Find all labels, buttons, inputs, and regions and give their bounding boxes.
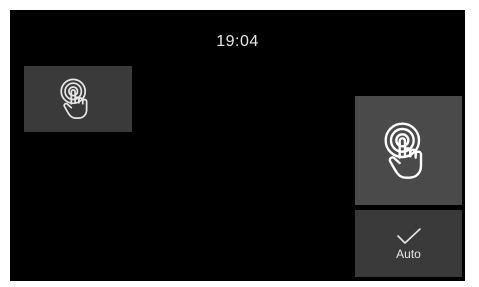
touch-hand-icon	[377, 119, 441, 183]
touch-large-button[interactable]	[355, 96, 462, 205]
auto-label: Auto	[396, 246, 421, 261]
checkmark-icon	[396, 227, 422, 245]
clock-time: 19:04	[216, 33, 259, 50]
auto-button[interactable]: Auto	[355, 210, 462, 277]
touch-hand-icon	[55, 76, 101, 122]
touch-mode-button[interactable]	[24, 66, 132, 132]
device-screen: 19:04 Auto	[10, 10, 465, 281]
